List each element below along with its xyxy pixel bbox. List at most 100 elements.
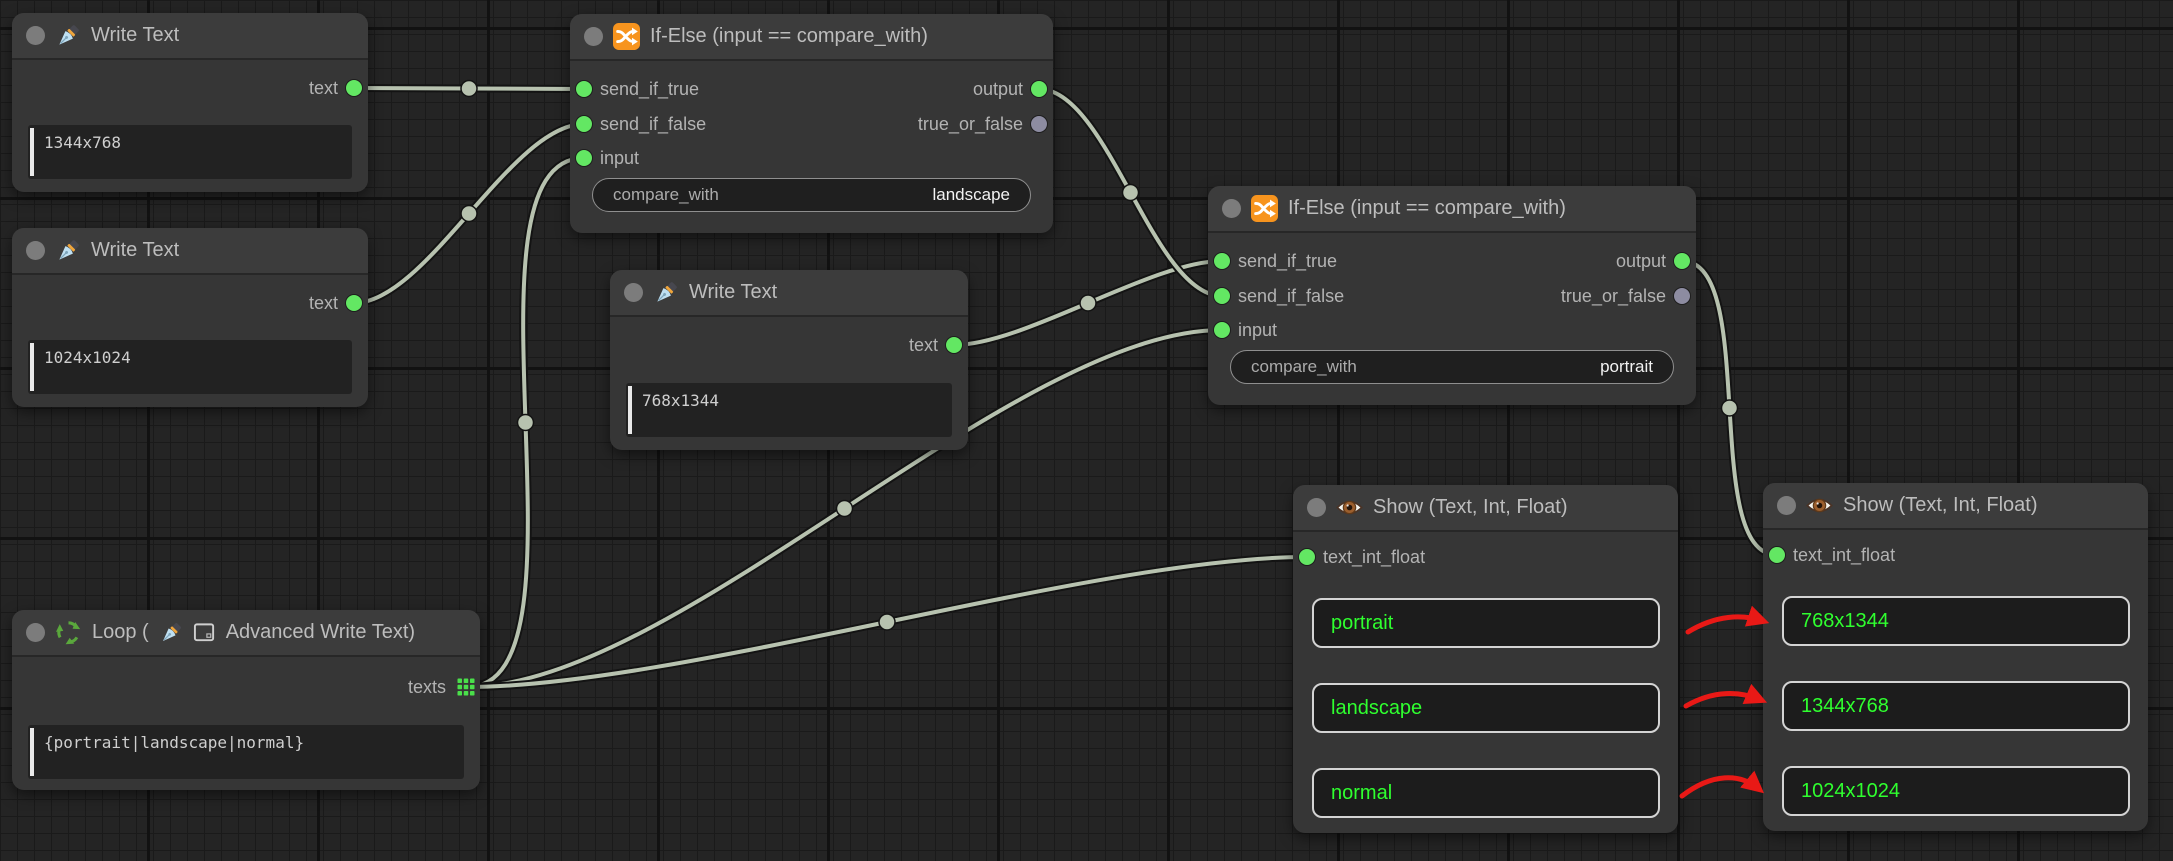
input-port-send-if-false[interactable] — [576, 116, 592, 132]
input-label: input — [600, 147, 639, 169]
node-show-1[interactable]: Show (Text, Int, Float) text_int_float p… — [1293, 485, 1678, 833]
node-title: Show (Text, Int, Float) — [1843, 494, 2038, 517]
pen-icon — [653, 280, 679, 306]
widget-value: landscape — [932, 185, 1010, 205]
collapse-dot[interactable] — [1222, 199, 1241, 218]
input-port-input[interactable] — [1214, 322, 1230, 338]
input-label: input — [1238, 319, 1277, 341]
node-title-prefix: Loop ( — [92, 621, 149, 644]
show-value-box: 768x1344 — [1782, 596, 2130, 646]
text-value-input[interactable]: 768x1344 — [626, 383, 952, 437]
output-label: text — [909, 334, 938, 356]
wire — [467, 158, 584, 687]
eye-icon — [1806, 492, 1833, 519]
wire-midpoint-dot — [461, 81, 477, 97]
collapse-dot[interactable] — [1307, 498, 1326, 517]
node-title-bar[interactable]: If-Else (input == compare_with) — [1208, 186, 1696, 233]
shuffle-icon — [1251, 195, 1278, 222]
node-title-bar[interactable]: Show (Text, Int, Float) — [1293, 485, 1678, 532]
input-label: send_if_true — [1238, 250, 1337, 272]
text-value-input[interactable]: 1024x1024 — [28, 340, 352, 394]
output-port-text[interactable] — [346, 295, 362, 311]
node-title-bar[interactable]: Write Text — [12, 228, 368, 275]
output-label: text — [309, 77, 338, 99]
wire-midpoint-dot — [1080, 295, 1096, 311]
text-value-input[interactable]: {portrait|landscape|normal} — [28, 725, 464, 779]
widget-label: compare_with — [1251, 357, 1357, 377]
wire — [354, 88, 584, 89]
eye-icon — [1336, 494, 1363, 521]
node-show-2[interactable]: Show (Text, Int, Float) text_int_float 7… — [1763, 483, 2148, 831]
node-write-text-3[interactable]: Write Text text 768x1344 — [610, 270, 968, 450]
node-title-bar[interactable]: Loop ( Advanced Write Text) — [12, 610, 480, 657]
show-value-box: normal — [1312, 768, 1660, 818]
wire-midpoint-dot — [518, 415, 534, 431]
pen-icon — [159, 621, 183, 645]
output-port-output[interactable] — [1674, 253, 1690, 269]
wire — [467, 158, 584, 687]
output-port-text[interactable] — [346, 80, 362, 96]
compare-with-widget[interactable]: compare_with landscape — [592, 178, 1031, 212]
show-value-box: landscape — [1312, 683, 1660, 733]
node-title-bar[interactable]: Write Text — [610, 270, 968, 317]
collapse-dot[interactable] — [26, 623, 45, 642]
output-label: output — [973, 78, 1023, 100]
input-port-text-int-float[interactable] — [1299, 549, 1315, 565]
wire — [954, 261, 1222, 345]
output-port-text[interactable] — [946, 337, 962, 353]
red-annotation-arrow — [1686, 694, 1761, 706]
node-title: Write Text — [91, 24, 179, 47]
input-port-send-if-false[interactable] — [1214, 288, 1230, 304]
node-if-else-1[interactable]: If-Else (input == compare_with) send_if_… — [570, 14, 1053, 233]
node-if-else-2[interactable]: If-Else (input == compare_with) send_if_… — [1208, 186, 1696, 405]
node-write-text-1[interactable]: Write Text text 1344x768 — [12, 13, 368, 192]
wire-midpoint-dot — [879, 614, 895, 630]
input-label: text_int_float — [1323, 546, 1425, 568]
input-port-send-if-true[interactable] — [576, 81, 592, 97]
wire — [354, 124, 584, 303]
pen-icon — [55, 23, 81, 49]
widget-value: portrait — [1600, 357, 1653, 377]
shuffle-icon — [613, 23, 640, 50]
output-port-true-or-false[interactable] — [1674, 288, 1690, 304]
output-label: true_or_false — [1561, 285, 1666, 307]
input-port-input[interactable] — [576, 150, 592, 166]
collapse-dot[interactable] — [584, 27, 603, 46]
output-port-output[interactable] — [1031, 81, 1047, 97]
wire — [354, 124, 584, 303]
input-label: send_if_false — [1238, 285, 1344, 307]
node-title-bar[interactable]: If-Else (input == compare_with) — [570, 14, 1053, 61]
node-title: Write Text — [91, 239, 179, 262]
node-title-suffix: Advanced Write Text) — [226, 621, 415, 644]
node-loop-advanced-write-text[interactable]: Loop ( Advanced Write Text) texts {portr… — [12, 610, 480, 790]
wire-midpoint-dot — [837, 501, 853, 517]
output-port-true-or-false[interactable] — [1031, 116, 1047, 132]
node-title: If-Else (input == compare_with) — [650, 25, 928, 48]
collapse-dot[interactable] — [1777, 496, 1796, 515]
collapse-dot[interactable] — [26, 26, 45, 45]
show-value-box: 1024x1024 — [1782, 766, 2130, 816]
node-title: If-Else (input == compare_with) — [1288, 197, 1566, 220]
compare-with-widget[interactable]: compare_with portrait — [1230, 350, 1674, 384]
collapse-dot[interactable] — [624, 283, 643, 302]
text-value-input[interactable]: 1344x768 — [28, 125, 352, 179]
wire-midpoint-dot — [461, 206, 477, 222]
output-label: output — [1616, 250, 1666, 272]
input-label: text_int_float — [1793, 544, 1895, 566]
wire — [1039, 89, 1222, 296]
node-title-bar[interactable]: Show (Text, Int, Float) — [1763, 483, 2148, 530]
node-title-bar[interactable]: Write Text — [12, 13, 368, 60]
node-graph-canvas[interactable]: Write Text text 1344x768 Write Text text… — [0, 0, 2173, 861]
output-label: true_or_false — [918, 113, 1023, 135]
show-value-box: portrait — [1312, 598, 1660, 648]
red-annotation-arrow — [1682, 778, 1759, 796]
input-label: send_if_false — [600, 113, 706, 135]
input-port-text-int-float[interactable] — [1769, 547, 1785, 563]
input-port-send-if-true[interactable] — [1214, 253, 1230, 269]
show-value-box: 1344x768 — [1782, 681, 2130, 731]
wire-midpoint-dot — [1123, 185, 1139, 201]
node-write-text-2[interactable]: Write Text text 1024x1024 — [12, 228, 368, 407]
collapse-dot[interactable] — [26, 241, 45, 260]
grid-icon[interactable] — [457, 678, 475, 701]
wire — [1039, 89, 1222, 296]
